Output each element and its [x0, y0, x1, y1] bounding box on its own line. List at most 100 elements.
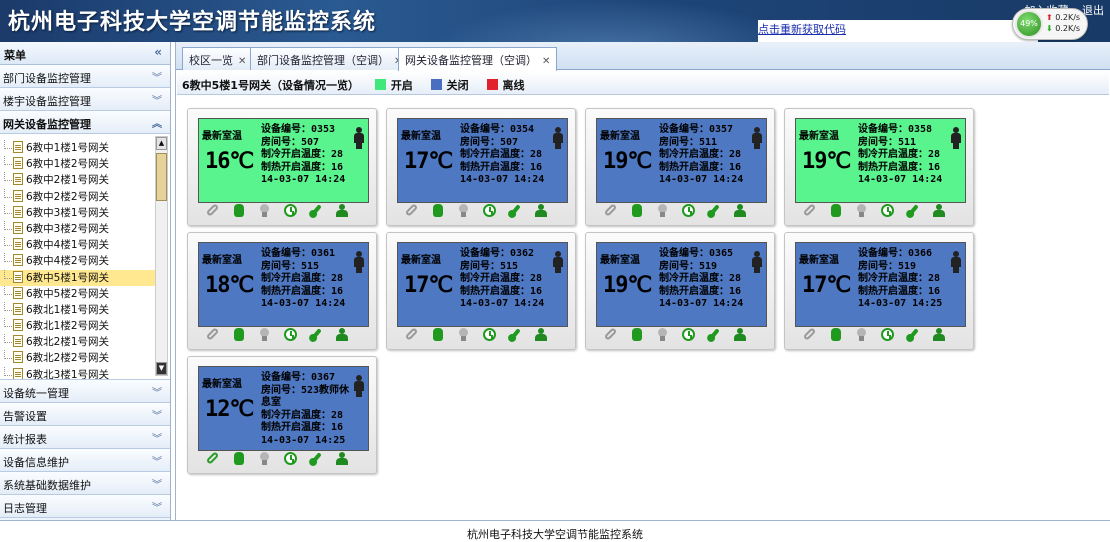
tree-item-gateway[interactable]: 6教北3楼1号网关 — [0, 366, 155, 379]
device-card[interactable]: 最新室温 18℃ 设备编号：0361 房间号：515 制冷开启温度：28 制热开启温度：1… — [187, 232, 377, 350]
close-icon[interactable]: ✕ — [238, 56, 246, 67]
sidebar-item-gateway-monitor[interactable]: 网关设备监控管理 ︽ — [0, 111, 170, 134]
thermometer-icon[interactable] — [308, 202, 324, 218]
tab-gateway-monitor[interactable]: 网关设备监控管理（空调） ✕ — [398, 47, 558, 71]
tree-item-gateway[interactable]: 6教中1楼1号网关 — [0, 140, 155, 156]
device-card[interactable]: 最新室温 17℃ 设备编号：0362 房间号：515 制冷开启温度：28 制热开启温度：1… — [386, 232, 576, 350]
device-card[interactable]: 最新室温 12℃ 设备编号：0367 房间号：523教师休息室 制冷开启温度：28 制热开… — [187, 356, 377, 474]
sidebar-item-building-monitor[interactable]: 楼宇设备监控管理 ︾ — [0, 88, 170, 111]
tree-item-gateway[interactable]: 6教中3楼1号网关 — [0, 204, 155, 221]
link-icon[interactable] — [204, 326, 220, 342]
alarm-clock-icon[interactable] — [282, 202, 298, 218]
bulb-icon[interactable] — [455, 326, 471, 342]
scroll-down-button[interactable]: ▼ — [156, 362, 167, 375]
close-icon[interactable]: ✕ — [542, 56, 550, 67]
tree-item-gateway[interactable]: 6教中4楼2号网关 — [0, 253, 155, 269]
link-icon[interactable] — [403, 202, 419, 218]
tree-item-gateway[interactable]: 6教中5楼1号网关 — [0, 269, 155, 286]
user-icon[interactable] — [334, 450, 350, 466]
manual-control-icon[interactable] — [828, 202, 844, 218]
manual-control-icon[interactable] — [231, 326, 247, 342]
alarm-clock-icon[interactable] — [879, 326, 895, 342]
bulb-icon[interactable] — [853, 326, 869, 342]
thermometer-icon[interactable] — [507, 202, 523, 218]
device-card[interactable]: 最新室温 19℃ 设备编号：0357 房间号：511 制冷开启温度：28 制热开启温度：1… — [585, 108, 775, 226]
alarm-clock-icon[interactable] — [680, 202, 696, 218]
refresh-code-link[interactable]: 点击重新获取代码 — [758, 23, 846, 36]
device-card[interactable]: 最新室温 17℃ 设备编号：0366 房间号：519 制冷开启温度：28 制热开启温度：1… — [784, 232, 974, 350]
user-icon[interactable] — [732, 326, 748, 342]
alarm-clock-icon[interactable] — [680, 326, 696, 342]
tree-item-gateway[interactable]: 6教北1楼1号网关 — [0, 301, 155, 318]
tree-item-gateway[interactable]: 6教北2楼2号网关 — [0, 350, 155, 366]
tree-item-gateway[interactable]: 6教北1楼2号网关 — [0, 318, 155, 334]
thermometer-icon[interactable] — [308, 450, 324, 466]
tree-item-gateway[interactable]: 6教中2楼1号网关 — [0, 172, 155, 188]
user-icon[interactable] — [334, 202, 350, 218]
bulb-icon[interactable] — [853, 202, 869, 218]
thermometer-icon[interactable] — [706, 326, 722, 342]
manual-control-icon[interactable] — [828, 326, 844, 342]
tree-item-gateway[interactable]: 6教中5楼2号网关 — [0, 285, 155, 302]
bulb-icon[interactable] — [654, 202, 670, 218]
bulb-icon[interactable] — [256, 326, 272, 342]
link-icon[interactable] — [403, 326, 419, 342]
manual-control-icon[interactable] — [231, 202, 247, 218]
user-icon[interactable] — [931, 202, 947, 218]
manual-control-icon[interactable] — [231, 450, 247, 466]
sidebar-header[interactable]: 菜单 « — [0, 42, 170, 65]
user-icon[interactable] — [931, 326, 947, 342]
user-icon[interactable] — [732, 202, 748, 218]
sidebar-item-section[interactable]: 日志管理 ︾ — [0, 495, 170, 518]
manual-control-icon[interactable] — [629, 326, 645, 342]
sidebar-item-section[interactable]: 设备统一管理 ︾ — [0, 380, 170, 403]
user-icon[interactable] — [334, 326, 350, 342]
alarm-clock-icon[interactable] — [481, 202, 497, 218]
device-card[interactable]: 最新室温 17℃ 设备编号：0354 房间号：507 制冷开启温度：28 制热开启温度：1… — [386, 108, 576, 226]
thermometer-icon[interactable] — [706, 202, 722, 218]
sidebar-item-section[interactable]: 系统基础数据维护 ︾ — [0, 472, 170, 495]
device-card[interactable]: 最新室温 19℃ 设备编号：0365 房间号：519 制冷开启温度：28 制热开启温度：1… — [585, 232, 775, 350]
tree-item-gateway[interactable]: 6教北2楼1号网关 — [0, 334, 155, 350]
sidebar-item-section[interactable]: 告警设置 ︾ — [0, 403, 170, 426]
scroll-thumb[interactable] — [156, 153, 167, 201]
sidebar-item-dept-monitor[interactable]: 部门设备监控管理 ︾ — [0, 65, 170, 88]
tab-campus-overview[interactable]: 校区一览 ✕ — [182, 47, 254, 70]
alarm-clock-icon[interactable] — [879, 202, 895, 218]
manual-control-icon[interactable] — [430, 202, 446, 218]
link-icon[interactable] — [204, 202, 220, 218]
scroll-up-button[interactable]: ▲ — [156, 137, 167, 150]
manual-control-icon[interactable] — [629, 202, 645, 218]
bulb-icon[interactable] — [455, 202, 471, 218]
alarm-clock-icon[interactable] — [282, 450, 298, 466]
sidebar-item-section[interactable]: 统计报表 ︾ — [0, 426, 170, 449]
tree-item-gateway[interactable]: 6教中3楼2号网关 — [0, 220, 155, 237]
thermometer-icon[interactable] — [507, 326, 523, 342]
user-icon[interactable] — [533, 326, 549, 342]
bulb-icon[interactable] — [256, 202, 272, 218]
tab-dept-monitor[interactable]: 部门设备监控管理（空调）✕ — [250, 47, 410, 70]
bulb-icon[interactable] — [654, 326, 670, 342]
tree-scrollbar[interactable]: ▲ ▼ — [155, 136, 168, 376]
link-icon[interactable] — [801, 326, 817, 342]
manual-control-icon[interactable] — [430, 326, 446, 342]
tree-item-gateway[interactable]: 6教中2楼2号网关 — [0, 188, 155, 205]
device-card[interactable]: 最新室温 16℃ 设备编号：0353 房间号：507 制冷开启温度：28 制热开启温度：1… — [187, 108, 377, 226]
thermometer-icon[interactable] — [308, 326, 324, 342]
link-icon[interactable] — [204, 450, 220, 466]
sidebar-item-section[interactable]: 设备信息维护 ︾ — [0, 449, 170, 472]
network-speed-widget[interactable]: 49% ⬆ 0.2K/s ⬇ 0.2K/s — [1012, 8, 1088, 40]
tree-item-gateway[interactable]: 6教中4楼1号网关 — [0, 237, 155, 253]
tree-item-gateway[interactable]: 6教中1楼2号网关 — [0, 156, 155, 172]
device-card[interactable]: 最新室温 19℃ 设备编号：0358 房间号：511 制冷开启温度：28 制热开启温度：1… — [784, 108, 974, 226]
link-icon[interactable] — [602, 202, 618, 218]
user-icon[interactable] — [533, 202, 549, 218]
alarm-clock-icon[interactable] — [282, 326, 298, 342]
link-icon[interactable] — [602, 326, 618, 342]
thermometer-icon[interactable] — [905, 326, 921, 342]
thermometer-icon[interactable] — [905, 202, 921, 218]
alarm-clock-icon[interactable] — [481, 326, 497, 342]
link-icon[interactable] — [801, 202, 817, 218]
collapse-sidebar-icon[interactable]: « — [154, 45, 162, 59]
bulb-icon[interactable] — [256, 450, 272, 466]
